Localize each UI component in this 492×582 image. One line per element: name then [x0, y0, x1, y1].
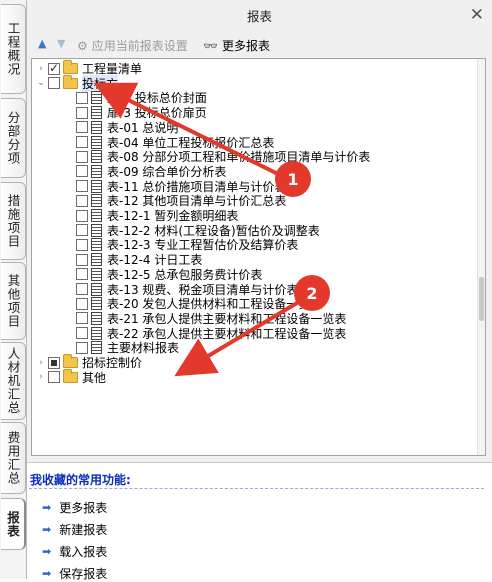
report-document-icon	[91, 311, 102, 325]
tree-scrollbar[interactable]	[477, 59, 485, 455]
tree-checkbox[interactable]	[76, 224, 88, 237]
favorites-title: 我收藏的常用功能:	[30, 473, 131, 487]
folder-icon	[63, 74, 78, 89]
tree-checkbox[interactable]	[76, 209, 88, 222]
panel-title: 报表 ✕	[27, 0, 492, 32]
tree-folder-node[interactable]: › 其他	[36, 368, 107, 385]
report-tree[interactable]: ›工程量清单⌄投标方封一 投标总价封面扉-3 投标总价扉页表-01 总说明表-0…	[31, 58, 486, 456]
side-tab-measure-items[interactable]: 措施项目	[1, 182, 26, 260]
chevron-right-icon[interactable]: ›	[36, 358, 46, 368]
chevron-down-icon[interactable]: ⌄	[36, 78, 46, 88]
side-tab-fee-summary[interactable]: 费用汇总	[1, 422, 26, 494]
tree-checkbox[interactable]	[76, 283, 88, 295]
report-document-icon	[91, 179, 102, 193]
chevron-right-icon[interactable]: ›	[36, 64, 46, 74]
tree-checkbox[interactable]	[48, 61, 60, 75]
tree-checkbox[interactable]	[48, 77, 60, 90]
report-document-icon	[91, 91, 102, 105]
report-document-icon	[91, 341, 102, 355]
apply-settings-button[interactable]: ⚙ 应用当前报表设置	[77, 37, 188, 54]
tree-checkbox[interactable]	[76, 106, 88, 119]
report-document-icon	[91, 297, 102, 311]
arrow-right-icon: ➡	[42, 501, 52, 514]
report-document-icon	[91, 238, 102, 252]
report-document-icon	[91, 194, 102, 208]
move-up-icon[interactable]: ▲	[38, 37, 46, 50]
binoculars-icon: 👓	[203, 39, 218, 53]
report-document-icon	[91, 120, 102, 134]
favorites-divider	[29, 488, 484, 489]
tree-checkbox[interactable]	[76, 297, 88, 310]
tree-checkbox[interactable]	[76, 194, 88, 207]
report-document-icon	[91, 150, 102, 164]
report-document-icon	[91, 326, 102, 340]
tree-checkbox[interactable]	[76, 165, 88, 178]
favorites-panel: 我收藏的常用功能: ➡ 更多报表 ➡ 新建报表 ➡ 载入报表 ➡ 保存报表	[27, 462, 492, 582]
gear-icon: ⚙	[77, 39, 88, 53]
side-tab-project-overview[interactable]: 工程概况	[1, 4, 26, 94]
tree-checkbox[interactable]	[48, 371, 60, 384]
tree-node-label: 其他	[82, 370, 107, 385]
favorite-new-report[interactable]: ➡ 新建报表	[42, 521, 107, 538]
tree-checkbox[interactable]	[76, 136, 88, 148]
move-down-icon[interactable]: ▼	[57, 37, 65, 50]
tree-checkbox[interactable]	[76, 341, 88, 354]
favorite-more-reports[interactable]: ➡ 更多报表	[42, 499, 107, 516]
report-panel: 报表 ✕ ▲ ▼ ⚙应用当前报表设置 👓更多报表 ›工程量清单⌄投标方封一 投标…	[27, 0, 492, 582]
tree-checkbox[interactable]	[76, 91, 88, 104]
side-tab-other-items[interactable]: 其他项目	[1, 262, 26, 340]
tree-checkbox[interactable]	[76, 238, 88, 251]
report-document-icon	[91, 106, 102, 120]
chevron-right-icon[interactable]: ›	[36, 372, 46, 382]
folder-icon	[63, 368, 78, 383]
tree-checkbox[interactable]	[76, 268, 88, 281]
favorite-load-report[interactable]: ➡ 载入报表	[42, 543, 107, 560]
tree-checkbox[interactable]	[76, 180, 88, 193]
more-reports-button[interactable]: 👓 更多报表	[203, 37, 270, 54]
report-document-icon	[91, 135, 102, 149]
arrow-right-icon: ➡	[42, 545, 52, 558]
tree-checkbox[interactable]	[76, 312, 88, 325]
tree-scrollbar-thumb[interactable]	[479, 277, 484, 321]
arrow-right-icon: ➡	[42, 567, 52, 580]
report-document-icon	[91, 209, 102, 222]
folder-icon	[63, 60, 78, 74]
tree-checkbox[interactable]	[76, 121, 88, 134]
report-document-icon	[91, 223, 102, 237]
tree-checkbox[interactable]	[76, 253, 88, 266]
tree-folder-node[interactable]: ⌄ 投标方	[36, 74, 119, 92]
favorite-save-report[interactable]: ➡ 保存报表	[42, 565, 107, 582]
tree-checkbox[interactable]	[76, 327, 88, 340]
close-icon[interactable]: ✕	[470, 5, 484, 25]
folder-icon	[63, 354, 78, 368]
report-document-icon	[91, 267, 102, 281]
side-tab-divisional-items[interactable]: 分部分项	[1, 98, 26, 178]
toolbar: ▲ ▼ ⚙ 应用当前报表设置 👓 更多报表	[27, 34, 492, 56]
side-tab-bar: 工程概况 分部分项 措施项目 其他项目 人材机汇总 费用汇总 报表	[0, 0, 27, 579]
side-tab-labor-material-summary[interactable]: 人材机汇总	[1, 342, 26, 420]
tree-checkbox[interactable]	[48, 356, 60, 369]
panel-title-text: 报表	[246, 9, 272, 24]
arrow-right-icon: ➡	[42, 523, 52, 536]
report-document-icon	[91, 282, 102, 296]
report-document-icon	[91, 253, 102, 267]
report-document-icon	[91, 164, 102, 178]
side-tab-reports[interactable]: 报表	[1, 498, 26, 550]
tree-checkbox[interactable]	[76, 150, 88, 163]
